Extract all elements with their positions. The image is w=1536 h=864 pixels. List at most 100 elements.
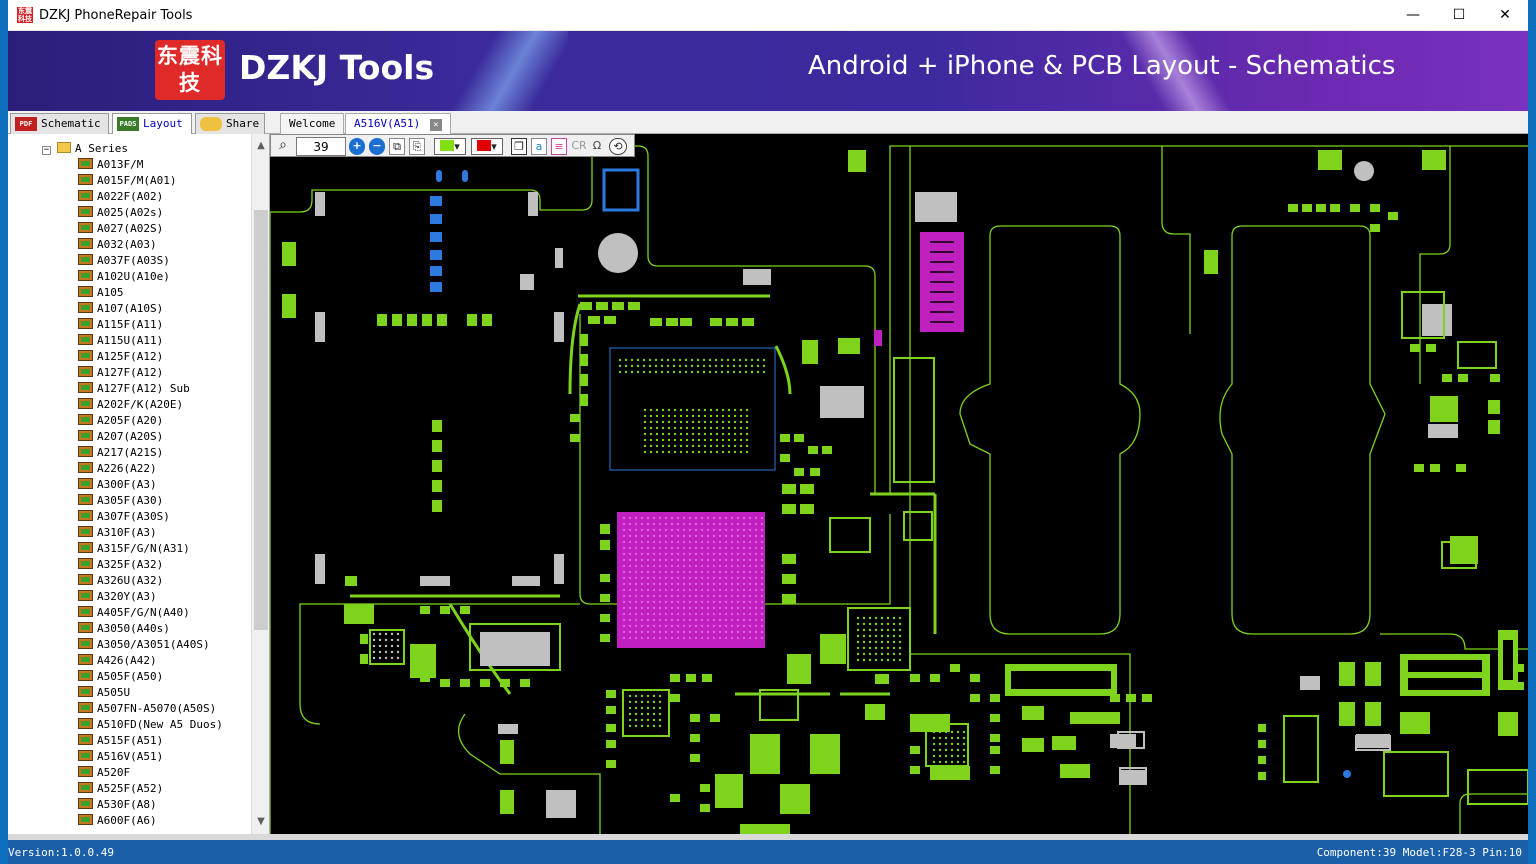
bga-ball xyxy=(673,438,677,442)
bga-ball xyxy=(739,420,743,424)
tree-item[interactable]: A013F/M xyxy=(78,157,143,173)
ohm-icon[interactable]: Ω xyxy=(589,138,605,155)
bga-ball xyxy=(652,636,656,640)
tree-item[interactable]: A320Y(A3) xyxy=(78,589,157,605)
pcb-board[interactable] xyxy=(270,134,1528,834)
zoom-input[interactable] xyxy=(296,137,346,156)
tree-item[interactable]: A315F/G/N(A31) xyxy=(78,541,190,557)
tree-item[interactable]: A505U xyxy=(78,685,130,701)
layers-icon[interactable]: ❐ xyxy=(511,138,527,155)
search-icon[interactable]: ⌕ xyxy=(274,138,292,155)
tree-scrollbar[interactable]: ▲ ▼ xyxy=(251,134,269,834)
tree-item[interactable]: A105 xyxy=(78,285,124,301)
tree-item[interactable]: A405F/G/N(A40) xyxy=(78,605,190,621)
tree-item[interactable]: A127F(A12) Sub xyxy=(78,381,190,397)
bga-ball xyxy=(670,624,674,628)
collapse-icon[interactable]: − xyxy=(42,146,51,155)
tree-item[interactable]: A127F(A12) xyxy=(78,365,163,381)
bga-ball xyxy=(658,706,662,710)
tree-item[interactable]: A115U(A11) xyxy=(78,333,163,349)
tree-item[interactable]: A600F(A6) xyxy=(78,813,157,829)
tab-layout[interactable]: PADS Layout xyxy=(112,113,192,134)
tree-root-a-series[interactable]: − A Series xyxy=(42,141,128,157)
tree-item[interactable]: A307F(A30S) xyxy=(78,509,170,525)
tree-item[interactable]: A207(A20S) xyxy=(78,429,163,445)
minimize-button[interactable]: — xyxy=(1390,0,1436,31)
bga-ball xyxy=(754,546,758,550)
bga-ball xyxy=(730,552,734,556)
tab-schematic[interactable]: PDF Schematic xyxy=(10,113,109,134)
scroll-thumb[interactable] xyxy=(254,210,268,630)
bga-ball xyxy=(640,724,644,728)
scroll-down-icon[interactable]: ▼ xyxy=(252,816,270,827)
bga-ball xyxy=(706,528,710,532)
maximize-button[interactable]: ☐ xyxy=(1436,0,1482,31)
close-tab-icon[interactable]: ✕ xyxy=(429,119,442,131)
tree-item[interactable]: A305F(A30) xyxy=(78,493,163,509)
pin-icon[interactable]: ≡ xyxy=(551,138,567,155)
scroll-up-icon[interactable]: ▲ xyxy=(252,140,270,151)
bga-ball xyxy=(739,450,743,454)
cr-button[interactable]: CR xyxy=(570,138,588,155)
tree-item[interactable]: A125F(A12) xyxy=(78,349,163,365)
bga-ball xyxy=(694,576,698,580)
tree-item[interactable]: A037F(A03S) xyxy=(78,253,170,269)
tree-item[interactable]: A027(A02S) xyxy=(78,221,163,237)
tree-item[interactable]: A300F(A3) xyxy=(78,477,157,493)
copy-icon[interactable]: ⎘ xyxy=(409,138,425,155)
tree-item[interactable]: A507FN-A5070(A50S) xyxy=(78,701,216,717)
tree-item[interactable]: A032(A03) xyxy=(78,237,157,253)
bga-ball xyxy=(622,576,626,580)
bga-ball xyxy=(932,760,936,764)
tree-item[interactable]: A226(A22) xyxy=(78,461,157,477)
bga-ball xyxy=(748,516,752,520)
tree-item[interactable]: A515F(A51) xyxy=(78,733,163,749)
tree-item[interactable]: A530F(A8) xyxy=(78,797,157,813)
zoom-out-icon[interactable]: − xyxy=(369,138,385,155)
tree-item[interactable]: A107(A10S) xyxy=(78,301,163,317)
tree-item[interactable]: A310F(A3) xyxy=(78,525,157,541)
tree-item[interactable]: A426(A42) xyxy=(78,653,157,669)
tree-item[interactable]: A516V(A51) xyxy=(78,749,163,765)
fit-icon[interactable]: ⧉ xyxy=(389,138,405,155)
tree-item[interactable]: A022F(A02) xyxy=(78,189,163,205)
tree-item[interactable]: A510FD(New A5 Duos) xyxy=(78,717,223,733)
bga-ball xyxy=(622,582,626,586)
text-icon[interactable]: a xyxy=(531,138,547,155)
tree-item[interactable]: A326U(A32) xyxy=(78,573,163,589)
tree-item[interactable]: A205F(A20) xyxy=(78,413,163,429)
tree-item[interactable]: A202F/K(A20E) xyxy=(78,397,183,413)
bga-ball xyxy=(640,540,644,544)
tree-item[interactable]: A217(A21S) xyxy=(78,445,163,461)
tree-item[interactable]: A520F xyxy=(78,765,130,781)
tree-item[interactable]: A102U(A10e) xyxy=(78,269,170,285)
tab-share[interactable]: Share xyxy=(195,113,265,134)
tab-welcome[interactable]: Welcome xyxy=(280,113,345,134)
pcb-layout-canvas[interactable]: ⌕ + − ⧉ ⎘ ▾ ▾ ❐ a ≡ CR Ω ⟲ xyxy=(270,134,1528,834)
tree-item[interactable]: A505F(A50) xyxy=(78,669,163,685)
bga-ball xyxy=(396,656,400,660)
tree-item[interactable]: A525F(A52) xyxy=(78,781,163,797)
bga-ball xyxy=(622,516,626,520)
tree-item[interactable]: A3050/A3051(A40S) xyxy=(78,637,210,653)
bottom-layer-color[interactable]: ▾ xyxy=(471,138,503,155)
bga-ball xyxy=(664,558,668,562)
close-button[interactable]: ✕ xyxy=(1482,0,1528,31)
tree-item-label: A307F(A30S) xyxy=(97,510,170,523)
tree-item[interactable]: A115F(A11) xyxy=(78,317,163,333)
tree-item[interactable]: A025(A02s) xyxy=(78,205,163,221)
zoom-in-icon[interactable]: + xyxy=(349,138,365,155)
top-layer-color[interactable]: ▾ xyxy=(434,138,466,155)
bga-ball xyxy=(730,522,734,526)
reset-icon[interactable]: ⟲ xyxy=(609,138,627,155)
bga-ball xyxy=(703,414,707,418)
bga-ball xyxy=(868,634,872,638)
tree-item[interactable]: A3050(A40s) xyxy=(78,621,170,637)
bga-ball xyxy=(950,730,954,734)
bga-ball xyxy=(754,606,758,610)
tab-a516v[interactable]: A516V(A51) ✕ xyxy=(345,113,451,134)
bga-ball xyxy=(700,636,704,640)
tree-item[interactable]: A325F(A32) xyxy=(78,557,163,573)
bga-ball xyxy=(898,622,902,626)
tree-item[interactable]: A015F/M(A01) xyxy=(78,173,176,189)
